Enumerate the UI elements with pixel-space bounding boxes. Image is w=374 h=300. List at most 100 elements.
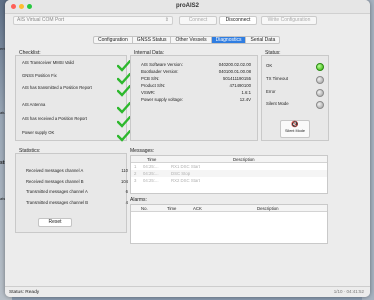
internal-data-row: Product S/N: 471490100	[141, 83, 251, 89]
status-led-icon	[316, 63, 324, 71]
checklist-item-label: AIS has transmitted a Position Report	[22, 85, 92, 90]
internal-data-label: Bootloader Version:	[141, 69, 179, 74]
internal-data-row: Power supply voltage: 12.4V	[141, 97, 251, 103]
tab-bar: Configuration GNSS Status Other Vessels …	[93, 36, 281, 44]
internal-data-row: VSWR: 1.6:1	[141, 90, 251, 96]
internal-data-value: 12.4V	[239, 97, 251, 102]
messages-row-description: RX1 DSC Start	[171, 164, 200, 169]
title-bar: proAIS2	[5, 0, 370, 14]
internal-data-row: AIS Software Version: 040200.02.02.00	[141, 62, 251, 68]
tab-serial-data[interactable]: Serial Data	[246, 37, 279, 43]
messages-row[interactable]: 1 04:25:... RX1 DSC Start	[131, 163, 327, 170]
connect-button[interactable]: Connect	[179, 16, 217, 25]
port-select[interactable]: AIS Virtual COM Port ⇕	[13, 16, 173, 25]
internal-data-label: Product S/N:	[141, 83, 166, 88]
checklist-panel: Checklist: AIS Transceiver MMSI Valid GN…	[15, 50, 131, 142]
tab-gnss-status[interactable]: GNSS Status	[133, 37, 172, 43]
status-text: Status: Ready	[9, 290, 40, 295]
statistics-label: Received messages channel B	[26, 179, 84, 184]
messages-row-number: 3	[134, 178, 137, 183]
checklist-item-label: AIS Antenna	[22, 102, 46, 107]
internal-data-label: AIS Software Version:	[141, 62, 183, 67]
internal-data-value: 040200.02.02.00	[218, 62, 251, 67]
internal-data-title: Internal Data:	[134, 50, 165, 56]
messages-row-time: 04:25:...	[143, 171, 159, 176]
internal-data-value: 501411190155	[222, 76, 251, 81]
status-label: OK	[266, 63, 273, 68]
status-bar: Status: Ready 1/10 · 04:41:52	[5, 286, 370, 297]
statistics-value: 6	[125, 189, 128, 194]
status-led-icon	[316, 101, 324, 109]
statistics-value: 104	[121, 179, 128, 184]
checklist-item: Power supply OK	[22, 130, 132, 142]
checklist-item: GNSS Position Fix	[22, 73, 132, 85]
messages-row[interactable]: 2 04:25:... DSC Stop	[131, 170, 327, 177]
internal-data-label: Power supply voltage:	[141, 97, 184, 102]
alarms-title: Alarms:	[130, 197, 147, 203]
messages-header: Time Description	[131, 156, 327, 163]
alarms-header-no: No.	[141, 206, 148, 211]
checklist-item: AIS has received a Position Report	[22, 116, 132, 128]
status-label: TX Timeout	[266, 76, 288, 81]
status-title: Status:	[265, 50, 281, 56]
checkmark-icon	[117, 60, 131, 72]
toolbar: AIS Virtual COM Port ⇕ Connect Disconnec…	[5, 14, 370, 27]
tab-diagnostics[interactable]: Diagnostics	[211, 37, 247, 43]
checklist-title: Checklist:	[19, 50, 41, 56]
internal-data-value: 471490100	[229, 83, 251, 88]
statistics-title: Statistics:	[19, 148, 41, 154]
alarms-header-description: Description	[257, 206, 279, 211]
tab-configuration[interactable]: Configuration	[94, 37, 133, 43]
tab-other-vessels[interactable]: Other Vessels	[171, 37, 212, 43]
statistics-value: 110	[121, 168, 128, 173]
checklist-item-label: AIS has received a Position Report	[22, 116, 87, 121]
messages-row-number: 1	[134, 164, 137, 169]
statistics-label: Transmitted messages channel B	[26, 200, 88, 205]
messages-title: Messages:	[130, 148, 155, 154]
messages-header-time: Time	[147, 157, 157, 162]
status-clock: 1/10 · 04:41:52	[333, 289, 364, 294]
statistics-value: 4	[125, 200, 128, 205]
messages-table: Time Description 1 04:25:... RX1 DSC Sta…	[130, 155, 328, 194]
status-row-tx-timeout: TX Timeout	[266, 76, 328, 84]
status-label: Silent Mode	[266, 101, 289, 106]
messages-row-time: 04:25:...	[143, 164, 159, 169]
alarms-header: No. Time ACK Description	[131, 205, 327, 212]
internal-data-panel: Internal Data: AIS Software Version: 0402…	[130, 50, 258, 141]
silent-mode-button-label: Silent Mode	[284, 129, 306, 133]
messages-row-number: 2	[134, 171, 137, 176]
checklist-item-label: AIS Transceiver MMSI Valid	[22, 60, 74, 65]
checkmark-icon	[117, 102, 131, 114]
alarms-header-ack: ACK	[193, 206, 202, 211]
disconnect-button[interactable]: Disconnect	[219, 16, 257, 25]
messages-header-description: Description	[233, 157, 255, 162]
chevron-updown-icon: ⇕	[164, 17, 169, 23]
internal-data-label: PCB S/N:	[141, 76, 160, 81]
app-window: proAIS2 AIS Virtual COM Port ⇕ Connect D…	[5, 0, 370, 297]
status-row-error: Error	[266, 89, 328, 97]
internal-data-row: PCB S/N: 501411190155	[141, 76, 251, 82]
statistics-panel: Statistics: Received messages channel A 1…	[15, 148, 128, 233]
internal-data-value: 1.6:1	[241, 90, 251, 95]
alarms-header-time: Time	[167, 206, 177, 211]
checklist-item-label: Power supply OK	[22, 130, 55, 135]
internal-data-row: Bootloader Version: 040100.01.00.08	[141, 69, 251, 75]
status-led-icon	[316, 89, 324, 97]
checkmark-icon	[117, 85, 131, 97]
checklist-item: AIS Antenna	[22, 102, 132, 114]
messages-row-description: RX2 DSC Start	[171, 178, 200, 183]
silent-mode-icon: 🔇	[291, 122, 299, 128]
checkmark-icon	[117, 73, 131, 85]
statistics-row: Transmitted messages channel A 6	[26, 189, 136, 195]
status-row-silent-mode: Silent Mode	[266, 101, 328, 109]
port-select-value: AIS Virtual COM Port	[17, 17, 65, 23]
status-row-ok: OK	[266, 63, 328, 71]
checkmark-icon	[117, 130, 131, 142]
status-led-icon	[316, 76, 324, 84]
messages-row[interactable]: 3 04:25:... RX2 DSC Start	[131, 177, 327, 184]
write-configuration-button[interactable]: Write Configuration	[261, 16, 317, 25]
statistics-label: Received messages channel A	[26, 168, 84, 173]
reset-button[interactable]: Reset	[38, 218, 72, 227]
alarms-table: No. Time ACK Description	[130, 204, 328, 244]
silent-mode-button[interactable]: 🔇 Silent Mode	[280, 120, 310, 138]
